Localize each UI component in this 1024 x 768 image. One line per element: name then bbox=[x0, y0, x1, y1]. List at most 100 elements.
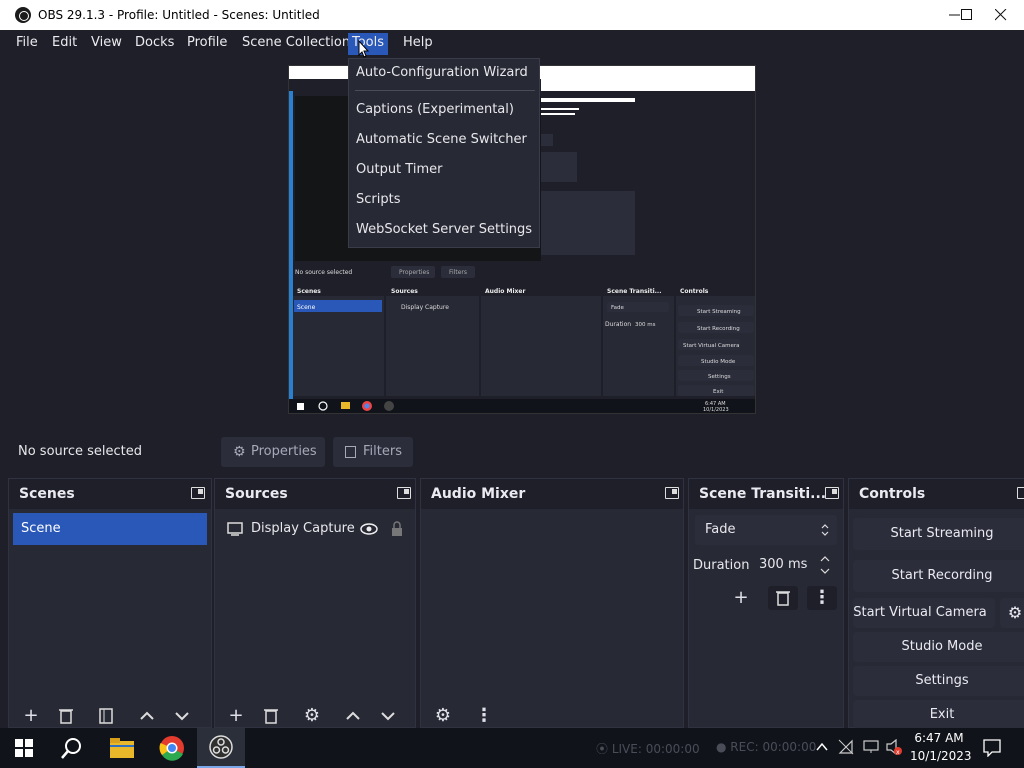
studio-mode-button[interactable]: Studio Mode bbox=[853, 632, 1024, 662]
trash-icon[interactable] bbox=[54, 704, 78, 728]
menu-profile[interactable]: Profile bbox=[187, 35, 227, 55]
menu-item-auto-config-wizard[interactable]: Auto-Configuration Wizard bbox=[356, 65, 528, 80]
add-icon[interactable]: + bbox=[19, 704, 43, 728]
add-transition-icon[interactable]: + bbox=[729, 586, 753, 610]
lock-icon[interactable] bbox=[390, 521, 404, 537]
transition-select-value: Fade bbox=[705, 522, 736, 537]
file-explorer-icon[interactable] bbox=[98, 728, 146, 768]
settings-button[interactable]: Settings bbox=[853, 666, 1024, 696]
search-icon[interactable] bbox=[48, 728, 96, 768]
menu-item-scripts[interactable]: Scripts bbox=[356, 192, 400, 207]
virtual-camera-settings-gear-icon[interactable]: ⚙ bbox=[1000, 598, 1024, 628]
speaker-muted-icon[interactable]: x bbox=[886, 739, 904, 755]
menu-scene-collection[interactable]: Scene Collection bbox=[242, 35, 350, 55]
properties-label: Properties bbox=[251, 444, 317, 459]
sources-dock: Sources Display Capture + ⚙ bbox=[214, 478, 416, 728]
svg-text:Properties: Properties bbox=[399, 269, 429, 276]
gear-icon: ⚙ bbox=[233, 444, 246, 460]
undock-icon[interactable] bbox=[191, 487, 205, 499]
transition-properties-icon[interactable]: ⋮ bbox=[807, 586, 837, 610]
transition-select[interactable]: Fade bbox=[695, 515, 837, 545]
properties-button[interactable]: ⚙ Properties bbox=[221, 437, 325, 467]
svg-text:Exit: Exit bbox=[713, 389, 724, 395]
network-icon[interactable] bbox=[863, 740, 879, 754]
rec-timer: REC: 00:00:00 bbox=[730, 740, 817, 754]
menu-file[interactable]: File bbox=[16, 35, 38, 55]
scenes-title: Scenes bbox=[19, 486, 75, 502]
svg-text:Filters: Filters bbox=[449, 269, 467, 276]
start-virtual-camera-button[interactable]: Start Virtual Camera bbox=[853, 598, 995, 628]
menu-item-websocket-settings[interactable]: WebSocket Server Settings bbox=[356, 222, 532, 237]
svg-text:Start Streaming: Start Streaming bbox=[697, 309, 741, 315]
svg-text:10/1/2023: 10/1/2023 bbox=[703, 407, 729, 413]
menu-item-scene-switcher[interactable]: Automatic Scene Switcher bbox=[356, 132, 527, 147]
svg-text:Scene Transiti...: Scene Transiti... bbox=[607, 288, 661, 295]
mini-status: No source selected bbox=[295, 269, 352, 276]
svg-text:Display Capture: Display Capture bbox=[401, 304, 449, 311]
move-up-icon[interactable] bbox=[135, 704, 159, 728]
live-status: ⦿ LIVE: 00:00:00 bbox=[596, 740, 700, 757]
controls-title: Controls bbox=[859, 486, 926, 502]
start-streaming-button[interactable]: Start Streaming bbox=[853, 518, 1024, 550]
live-timer: LIVE: 00:00:00 bbox=[611, 742, 700, 756]
audio-mixer-dock: Audio Mixer ⚙ ⋮ bbox=[420, 478, 684, 728]
duration-label: Duration bbox=[693, 558, 750, 573]
notification-icon[interactable] bbox=[983, 739, 1001, 757]
audio-mixer-title: Audio Mixer bbox=[431, 486, 526, 502]
spinner-arrows-icon[interactable] bbox=[819, 553, 831, 577]
add-icon[interactable]: + bbox=[224, 704, 248, 728]
gear-icon[interactable]: ⚙ bbox=[300, 704, 324, 728]
obs-logo-icon bbox=[15, 7, 31, 23]
menu-docks[interactable]: Docks bbox=[135, 35, 174, 55]
scenes-dock-title: Scenes bbox=[9, 479, 211, 509]
controls-dock-title: Controls bbox=[849, 479, 1024, 509]
svg-text:Scene: Scene bbox=[297, 304, 316, 311]
undock-icon[interactable] bbox=[1017, 487, 1024, 499]
remove-transition-icon[interactable] bbox=[768, 586, 798, 610]
exit-button[interactable]: Exit bbox=[853, 700, 1024, 728]
undock-icon[interactable] bbox=[825, 487, 839, 499]
sources-dock-title: Sources bbox=[215, 479, 415, 509]
mute-badge: x bbox=[896, 749, 900, 755]
network-disconnected-icon[interactable] bbox=[838, 739, 854, 755]
filter-icon[interactable] bbox=[94, 704, 118, 728]
svg-text:Duration: Duration bbox=[605, 321, 631, 328]
menu-bar: File Edit View Docks Profile Scene Colle… bbox=[0, 30, 1024, 58]
sources-title: Sources bbox=[225, 486, 288, 502]
close-button[interactable] bbox=[978, 0, 1024, 30]
scene-transitions-dock: Scene Transiti... Fade Duration 300 ms +… bbox=[688, 478, 844, 728]
filters-button[interactable]: Filters bbox=[333, 437, 413, 467]
menu-item-captions[interactable]: Captions (Experimental) bbox=[356, 102, 514, 117]
obs-taskbar-icon[interactable] bbox=[197, 728, 245, 768]
svg-text:Scenes: Scenes bbox=[297, 288, 321, 295]
scene-item[interactable]: Scene bbox=[13, 513, 207, 545]
tools-dropdown-menu: Auto-Configuration Wizard Captions (Expe… bbox=[348, 58, 540, 248]
source-item[interactable]: Display Capture bbox=[219, 515, 411, 543]
menu-edit[interactable]: Edit bbox=[52, 35, 77, 55]
move-up-icon[interactable] bbox=[341, 704, 365, 728]
eye-icon[interactable] bbox=[360, 523, 378, 535]
start-recording-button[interactable]: Start Recording bbox=[853, 560, 1024, 592]
taskbar-date[interactable]: 10/1/2023 bbox=[910, 749, 972, 763]
rec-status: ● REC: 00:00:00 bbox=[716, 740, 816, 754]
menu-view[interactable]: View bbox=[91, 35, 122, 55]
move-down-icon[interactable] bbox=[376, 704, 400, 728]
transitions-title: Scene Transiti... bbox=[699, 486, 827, 502]
svg-text:Studio Mode: Studio Mode bbox=[701, 359, 736, 365]
chrome-icon[interactable] bbox=[148, 728, 196, 768]
svg-text:Start Recording: Start Recording bbox=[697, 326, 740, 332]
close-icon bbox=[995, 9, 1007, 21]
move-down-icon[interactable] bbox=[170, 704, 194, 728]
advanced-audio-gear-icon[interactable]: ⚙ bbox=[431, 704, 455, 728]
trash-icon[interactable] bbox=[259, 704, 283, 728]
undock-icon[interactable] bbox=[397, 487, 411, 499]
more-options-icon[interactable]: ⋮ bbox=[472, 704, 496, 728]
undock-icon[interactable] bbox=[665, 487, 679, 499]
menu-item-output-timer[interactable]: Output Timer bbox=[356, 162, 442, 177]
monitor-icon bbox=[227, 522, 243, 536]
chevron-up-icon[interactable] bbox=[816, 742, 828, 752]
windows-start-icon[interactable] bbox=[0, 728, 48, 768]
menu-help[interactable]: Help bbox=[403, 35, 433, 55]
duration-spinbox[interactable]: 300 ms bbox=[751, 551, 835, 579]
taskbar-time[interactable]: 6:47 AM bbox=[914, 731, 964, 745]
